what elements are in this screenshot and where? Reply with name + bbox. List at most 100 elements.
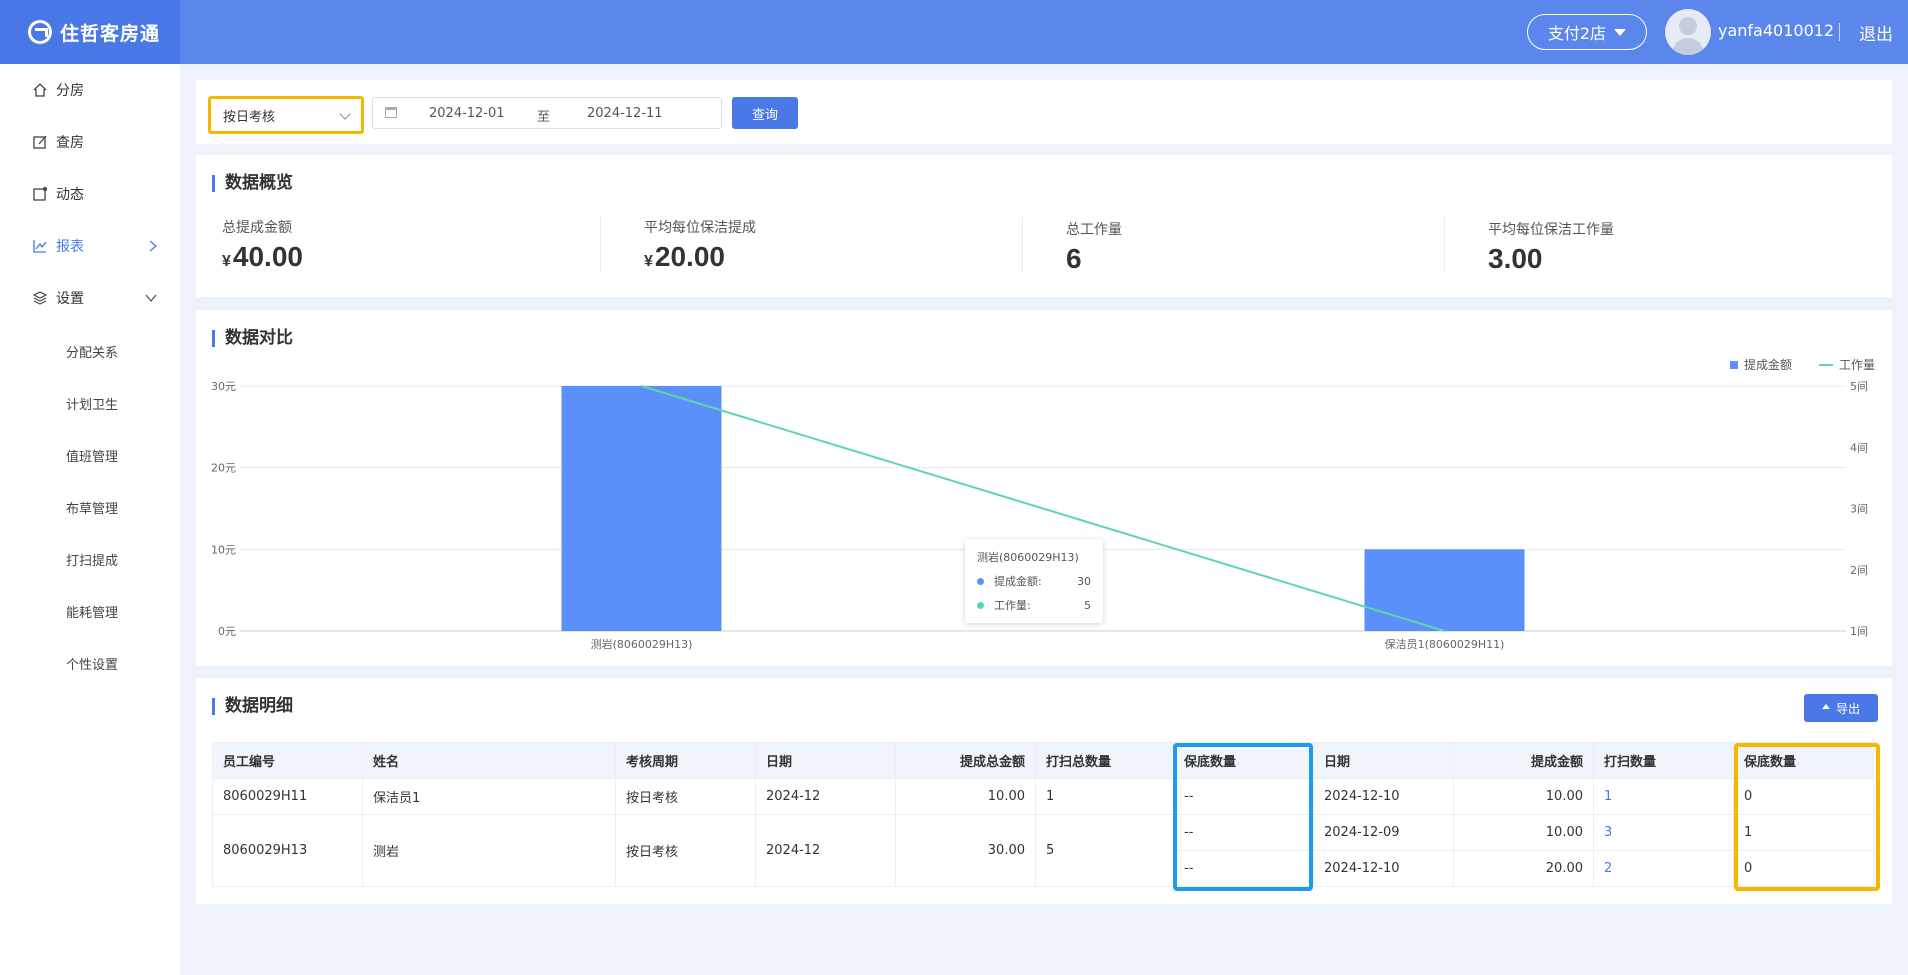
section-title: 数据明细 bbox=[212, 698, 293, 715]
logo-icon bbox=[28, 20, 52, 44]
stat-value: 6 bbox=[1066, 243, 1082, 274]
sidebar-subitem-energy[interactable]: 能耗管理 bbox=[66, 602, 118, 621]
comparison-panel: 数据对比 提成金额 工作量 0元 10元 20元 30元 1间 2间 3间 4间 5间 测岩(80… bbox=[196, 310, 1892, 666]
y-right-tick-label: 5间 bbox=[1850, 380, 1868, 393]
chart-icon bbox=[33, 240, 47, 253]
date-start[interactable]: 2024-12-01 bbox=[429, 106, 505, 121]
sidebar-item-label: 设置 bbox=[56, 291, 84, 307]
highlight-box-blue bbox=[1173, 743, 1313, 891]
sidebar-item-label: 查房 bbox=[56, 135, 84, 151]
activity-icon bbox=[33, 187, 47, 201]
chevron-down-icon bbox=[145, 294, 157, 303]
store-name: 支付2店 bbox=[1547, 24, 1607, 43]
stat-total-commission: 总提成金额 ¥40.00 bbox=[222, 217, 303, 273]
table-row: 8060029H13 测岩 按日考核 2024-12 30.00 5 -- 20… bbox=[212, 814, 1874, 887]
stat-total-workload: 总工作量 6 bbox=[1066, 219, 1122, 275]
filter-bar: 按日考核 2024-12-01 至 2024-12-11 查询 bbox=[196, 80, 1892, 144]
export-label: 导出 bbox=[1835, 701, 1860, 716]
tooltip-value: 5 bbox=[1084, 598, 1091, 612]
sidebar-subitem-commission[interactable]: 打扫提成 bbox=[66, 550, 118, 569]
detail-panel: 数据明细 导出 员工编号 姓名 考核周期 日期 提成总金额 打扫总数量 保底数量… bbox=[196, 678, 1892, 904]
stat-value: 40.00 bbox=[232, 241, 303, 272]
table-row: 8060029H11 保洁员1 按日考核 2024-12 10.00 1 -- … bbox=[212, 778, 1874, 815]
cell-period: 按日考核 bbox=[615, 814, 756, 887]
home-icon bbox=[33, 83, 47, 97]
currency-symbol: ¥ bbox=[222, 253, 231, 270]
divider bbox=[1022, 217, 1023, 273]
column-header: 打扫总数量 bbox=[1035, 742, 1174, 779]
stat-value: 20.00 bbox=[654, 241, 725, 272]
sidebar-subitem-linen[interactable]: 布草管理 bbox=[66, 498, 118, 517]
sidebar-subitem-duty[interactable]: 值班管理 bbox=[66, 446, 118, 465]
x-tick-label: 测岩(8060029H13) bbox=[591, 637, 693, 651]
caret-down-icon bbox=[1614, 28, 1627, 36]
sidebar-subitem-assignment[interactable]: 分配关系 bbox=[66, 342, 118, 361]
y-right-tick-label: 2间 bbox=[1850, 564, 1868, 577]
bar-commission bbox=[1364, 549, 1525, 631]
column-header: 日期 bbox=[1313, 742, 1454, 779]
edit-icon bbox=[33, 135, 47, 149]
cell-period: 按日考核 bbox=[615, 778, 756, 815]
tooltip-label: 工作量: bbox=[994, 599, 1031, 612]
y-right-tick-label: 3间 bbox=[1850, 503, 1868, 516]
column-header: 考核周期 bbox=[615, 742, 756, 779]
detail-table: 员工编号 姓名 考核周期 日期 提成总金额 打扫总数量 保底数量 日期 提成金额… bbox=[212, 742, 1874, 887]
y-left-tick-label: 30元 bbox=[211, 380, 236, 393]
sidebar-item-reports[interactable]: 报表 bbox=[0, 226, 180, 266]
column-header: 打扫数量 bbox=[1593, 742, 1734, 779]
sidebar-item-activity[interactable]: 动态 bbox=[0, 174, 180, 214]
cell-clean-count-link[interactable]: 1 bbox=[1593, 778, 1734, 815]
column-header: 提成总金额 bbox=[895, 742, 1036, 779]
cell-clean-count-link[interactable]: 3 bbox=[1593, 814, 1734, 851]
cell-total: 30.00 bbox=[895, 814, 1036, 887]
section-title: 数据概览 bbox=[212, 175, 293, 192]
tooltip-dot bbox=[977, 601, 984, 609]
column-header: 提成金额 bbox=[1453, 742, 1594, 779]
divider bbox=[1444, 217, 1445, 273]
app-logo[interactable]: 住哲客房通 bbox=[0, 0, 180, 64]
tooltip-label: 提成金额: bbox=[994, 575, 1042, 588]
period-mode-select[interactable]: 按日考核 bbox=[208, 96, 364, 134]
calendar-icon bbox=[385, 107, 397, 118]
header-divider bbox=[1839, 23, 1840, 41]
y-left-tick-label: 20元 bbox=[211, 462, 236, 475]
currency-symbol: ¥ bbox=[644, 253, 653, 270]
cell-total-count: 1 bbox=[1035, 778, 1174, 815]
app-name: 住哲客房通 bbox=[60, 22, 161, 45]
sidebar-item-rooms[interactable]: 分房 bbox=[0, 70, 180, 110]
y-right-tick-label: 1间 bbox=[1850, 625, 1868, 638]
stat-avg-commission: 平均每位保洁提成 ¥20.00 bbox=[644, 217, 756, 273]
sidebar-subitem-cleaning-plan[interactable]: 计划卫生 bbox=[66, 394, 118, 413]
chevron-down-icon bbox=[339, 108, 351, 120]
query-button[interactable]: 查询 bbox=[732, 97, 798, 129]
stat-label: 平均每位保洁工作量 bbox=[1488, 222, 1614, 238]
cell-amount: 10.00 bbox=[1453, 778, 1594, 815]
highlight-box-yellow bbox=[1734, 743, 1880, 891]
date-separator: 至 bbox=[537, 110, 551, 125]
logout-link[interactable]: 退出 bbox=[1859, 20, 1893, 45]
cell-amount: 20.00 bbox=[1453, 850, 1594, 887]
cell-total-count: 5 bbox=[1035, 814, 1174, 887]
sidebar-item-label: 分房 bbox=[56, 83, 84, 99]
stat-label: 平均每位保洁提成 bbox=[644, 220, 756, 236]
cell-name: 测岩 bbox=[362, 814, 616, 887]
cell-clean-count-link[interactable]: 2 bbox=[1593, 850, 1734, 887]
column-header: 姓名 bbox=[362, 742, 616, 779]
y-left-tick-label: 0元 bbox=[218, 625, 236, 638]
period-mode-value: 按日考核 bbox=[223, 109, 276, 125]
sidebar-subitem-personal[interactable]: 个性设置 bbox=[66, 654, 118, 673]
avatar[interactable] bbox=[1665, 9, 1711, 55]
cell-month: 2024-12 bbox=[755, 778, 896, 815]
sidebar-item-inspect[interactable]: 查房 bbox=[0, 122, 180, 162]
store-selector[interactable]: 支付2店 bbox=[1527, 14, 1647, 50]
date-range-picker[interactable]: 2024-12-01 至 2024-12-11 bbox=[372, 97, 722, 129]
top-header: 住哲客房通 支付2店 yanfa4010012 退出 bbox=[0, 0, 1908, 64]
export-button[interactable]: 导出 bbox=[1804, 694, 1878, 722]
date-end[interactable]: 2024-12-11 bbox=[587, 106, 663, 121]
column-header: 员工编号 bbox=[212, 742, 363, 779]
tooltip-value: 30 bbox=[1077, 574, 1091, 588]
bar-commission bbox=[561, 386, 722, 631]
stat-label: 总提成金额 bbox=[222, 220, 292, 236]
sidebar-item-settings[interactable]: 设置 bbox=[0, 278, 180, 318]
overview-panel: 数据概览 总提成金额 ¥40.00 平均每位保洁提成 ¥20.00 总工作量 6… bbox=[196, 155, 1892, 297]
